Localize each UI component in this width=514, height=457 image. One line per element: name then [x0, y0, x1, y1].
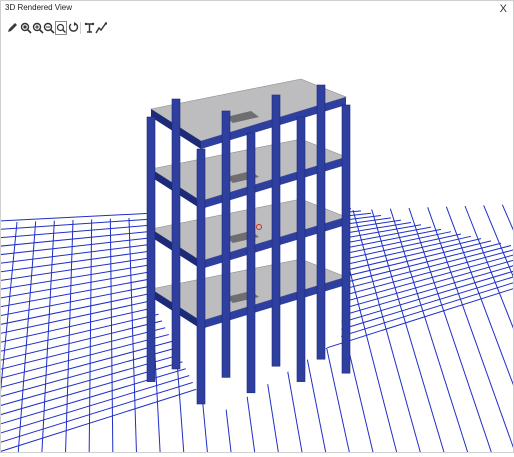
column — [296, 116, 306, 382]
column — [171, 98, 181, 370]
grid-line — [483, 205, 514, 280]
column — [341, 104, 351, 374]
column — [221, 110, 231, 378]
close-button[interactable]: X — [500, 1, 507, 17]
zoom-out-icon[interactable] — [43, 21, 55, 34]
3d-viewport[interactable] — [0, 39, 514, 457]
grid-line — [464, 205, 514, 332]
grid-line — [88, 219, 93, 457]
grid-line — [501, 204, 514, 233]
column — [196, 148, 206, 405]
pan-icon[interactable] — [83, 21, 95, 34]
window-title: 3D Rendered View — [5, 3, 73, 12]
column — [246, 132, 256, 394]
column — [146, 116, 156, 382]
grid-line — [0, 221, 18, 403]
title-bar: 3D Rendered View X — [1, 1, 513, 17]
grid-line — [408, 207, 494, 457]
zoom-extents-icon[interactable] — [55, 21, 67, 35]
toolbar — [1, 17, 513, 40]
building-model — [141, 78, 351, 419]
rendered-view-window: 3D Rendered View X — [0, 0, 514, 457]
pencil-icon[interactable] — [6, 21, 18, 34]
rotate-icon[interactable] — [67, 21, 79, 34]
zoom-window-icon[interactable] — [20, 21, 32, 34]
rendered-model-canvas[interactable] — [0, 39, 514, 457]
toolbar-separator — [80, 22, 81, 34]
column — [316, 84, 326, 360]
grid-line — [109, 218, 114, 457]
column — [271, 94, 281, 367]
settings-icon[interactable] — [95, 21, 107, 34]
